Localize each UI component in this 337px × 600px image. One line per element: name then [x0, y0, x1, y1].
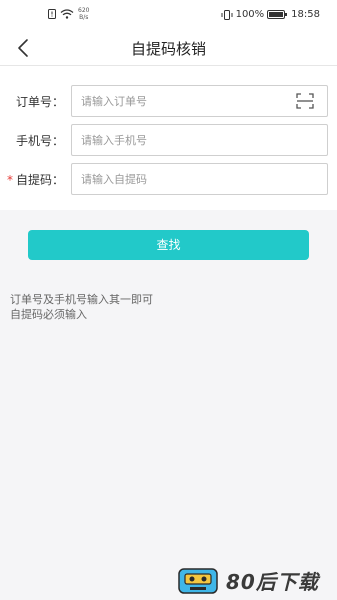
hint-line-1: 订单号及手机号输入其一即可 — [10, 293, 153, 306]
pickup-code-label: 自提码： — [15, 173, 64, 187]
sim-icon — [48, 9, 56, 19]
watermark-text: 80后下载 — [226, 570, 319, 594]
scan-icon[interactable] — [296, 93, 314, 109]
required-mark: * — [6, 173, 13, 187]
phone-field — [71, 124, 328, 156]
network-speed: 620 B/s — [78, 7, 89, 21]
battery-percent: 100% — [235, 9, 265, 20]
order-number-row: 订单号： — [0, 85, 337, 117]
phone-label: 手机号： — [15, 134, 64, 148]
hint-line-2: 自提码必须输入 — [10, 308, 87, 321]
order-number-label: 订单号： — [15, 95, 64, 109]
pickup-code-input[interactable] — [72, 164, 272, 194]
search-button[interactable]: 查找 — [28, 230, 309, 260]
wifi-icon — [60, 9, 74, 19]
phone-input[interactable] — [72, 125, 272, 155]
status-bar: 620 B/s 100% 18:58 — [0, 0, 337, 30]
pickup-code-label-wrap: * 自提码： — [7, 171, 64, 188]
network-speed-unit: B/s — [79, 14, 89, 21]
status-left: 620 B/s — [48, 7, 89, 21]
order-number-input[interactable] — [72, 86, 272, 116]
clock: 18:58 — [291, 9, 320, 20]
order-number-field — [71, 85, 328, 117]
pickup-code-field — [71, 163, 328, 195]
verification-form: 订单号： 手机号： *自提码： — [0, 66, 337, 210]
vibrate-icon — [221, 9, 233, 20]
pickup-code-row: * 自提码： — [0, 163, 337, 195]
watermark-logo-icon — [178, 568, 218, 594]
battery-icon — [267, 10, 288, 19]
status-right: 100% 18:58 — [221, 9, 320, 20]
network-speed-value: 620 — [78, 7, 90, 14]
phone-row: 手机号： — [0, 124, 337, 156]
nav-bar: 自提码核销 — [0, 30, 337, 66]
page-title: 自提码核销 — [130, 40, 206, 58]
hint-text: 订单号及手机号输入其一即可 自提码必须输入 — [10, 292, 153, 322]
watermark: 80后下载 — [178, 566, 337, 598]
